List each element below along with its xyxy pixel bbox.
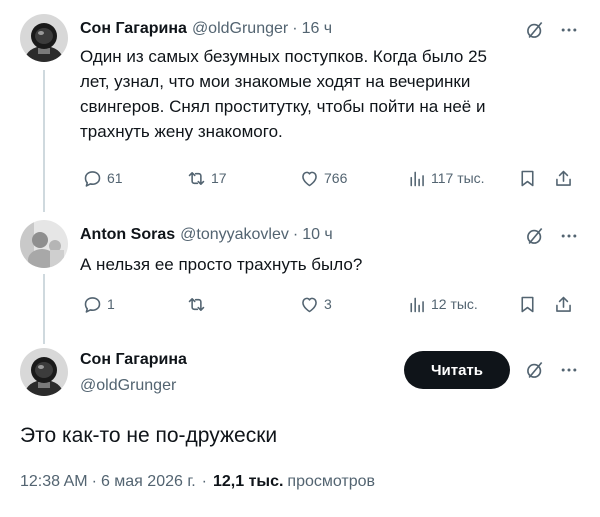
display-name[interactable]: Сон Гагарина bbox=[80, 20, 187, 38]
thread-connector bbox=[43, 274, 45, 344]
like-button[interactable]: 766 bbox=[299, 166, 347, 190]
main-user-handle[interactable]: @oldGrunger bbox=[80, 377, 176, 395]
views-count: 12,1 тыс. bbox=[212, 473, 284, 490]
share-icon bbox=[556, 296, 571, 312]
like-count: 766 bbox=[324, 170, 348, 186]
tweet-meta: 12:38 AM · 6 мая 2026 г. · 12,1 тыс. про… bbox=[20, 473, 375, 491]
heart-icon bbox=[302, 171, 317, 186]
separator: · bbox=[201, 473, 207, 490]
reply-count: 61 bbox=[107, 170, 123, 186]
display-name[interactable]: Anton Soras bbox=[80, 226, 175, 244]
avatar[interactable] bbox=[20, 348, 68, 396]
tweet-header: Anton Soras @tonyyakovlev · 10 ч bbox=[80, 224, 333, 246]
repost-icon bbox=[188, 297, 205, 311]
views-count: 12 тыс. bbox=[431, 296, 478, 312]
reply-icon bbox=[84, 170, 101, 187]
main-tweet-text: Это как-то не по-дружески bbox=[20, 424, 278, 447]
bookmark-icon bbox=[521, 170, 534, 186]
share-button[interactable] bbox=[553, 166, 574, 190]
thread-connector bbox=[43, 70, 45, 212]
tweet-text: А нельзя ее просто трахнуть было? bbox=[80, 255, 363, 274]
more-icon[interactable] bbox=[558, 225, 580, 247]
tweet-text-line: Один из самых безумных поступков. Когда … bbox=[80, 47, 487, 66]
user-handle[interactable]: @tonyyakovlev bbox=[180, 226, 289, 244]
like-count: 3 bbox=[324, 296, 332, 312]
separator: · bbox=[292, 20, 298, 37]
bookmark-icon bbox=[521, 296, 534, 312]
repost-button[interactable]: 17 bbox=[186, 166, 227, 190]
heart-icon bbox=[302, 297, 317, 312]
follow-button[interactable]: Читать bbox=[404, 351, 510, 389]
repost-button[interactable] bbox=[186, 292, 211, 316]
reply-button[interactable]: 1 bbox=[82, 292, 115, 316]
views-label: просмотров bbox=[287, 473, 376, 490]
post-date[interactable]: 6 мая 2026 г. bbox=[101, 473, 196, 491]
tweet-text: Один из самых безумных поступков. Когда … bbox=[80, 44, 580, 144]
share-button[interactable] bbox=[553, 292, 574, 316]
views-button[interactable]: 12 тыс. bbox=[406, 292, 478, 316]
grok-slash-icon[interactable] bbox=[524, 359, 546, 381]
views-count: 117 тыс. bbox=[431, 170, 485, 186]
bookmark-button[interactable] bbox=[517, 166, 538, 190]
grok-slash-icon[interactable] bbox=[524, 19, 546, 41]
views-icon bbox=[410, 297, 424, 312]
separator: · bbox=[91, 473, 97, 490]
user-handle[interactable]: @oldGrunger bbox=[192, 20, 288, 38]
tweet-text-line: свингеров. Снял проститутку, чтобы пойти… bbox=[80, 97, 486, 116]
avatar[interactable] bbox=[20, 14, 68, 62]
share-icon bbox=[556, 170, 571, 186]
reply-count: 1 bbox=[107, 296, 115, 312]
repost-count: 17 bbox=[211, 170, 227, 186]
reply-button[interactable]: 61 bbox=[82, 166, 123, 190]
tweet-text-line: трахнуть жену знакомого. bbox=[80, 122, 283, 141]
avatar[interactable] bbox=[20, 220, 68, 268]
more-icon[interactable] bbox=[558, 19, 580, 41]
tweet-time[interactable]: 10 ч bbox=[302, 226, 333, 244]
main-user-name[interactable]: Сон Гагарина bbox=[80, 351, 187, 369]
bookmark-button[interactable] bbox=[517, 292, 538, 316]
repost-icon bbox=[188, 171, 205, 185]
tweet-time[interactable]: 16 ч bbox=[302, 20, 333, 38]
separator: · bbox=[292, 226, 299, 243]
views-icon bbox=[410, 171, 424, 186]
reply-icon bbox=[84, 296, 101, 313]
tweet-header: Сон Гагарина @oldGrunger · 16 ч bbox=[80, 18, 332, 40]
more-icon[interactable] bbox=[558, 359, 580, 381]
post-time[interactable]: 12:38 AM bbox=[20, 473, 88, 491]
like-button[interactable]: 3 bbox=[299, 292, 332, 316]
tweet-text-line: лет, узнал, что мои знакомые ходят на ве… bbox=[80, 72, 471, 91]
grok-slash-icon[interactable] bbox=[524, 225, 546, 247]
views-button[interactable]: 117 тыс. bbox=[406, 166, 485, 190]
